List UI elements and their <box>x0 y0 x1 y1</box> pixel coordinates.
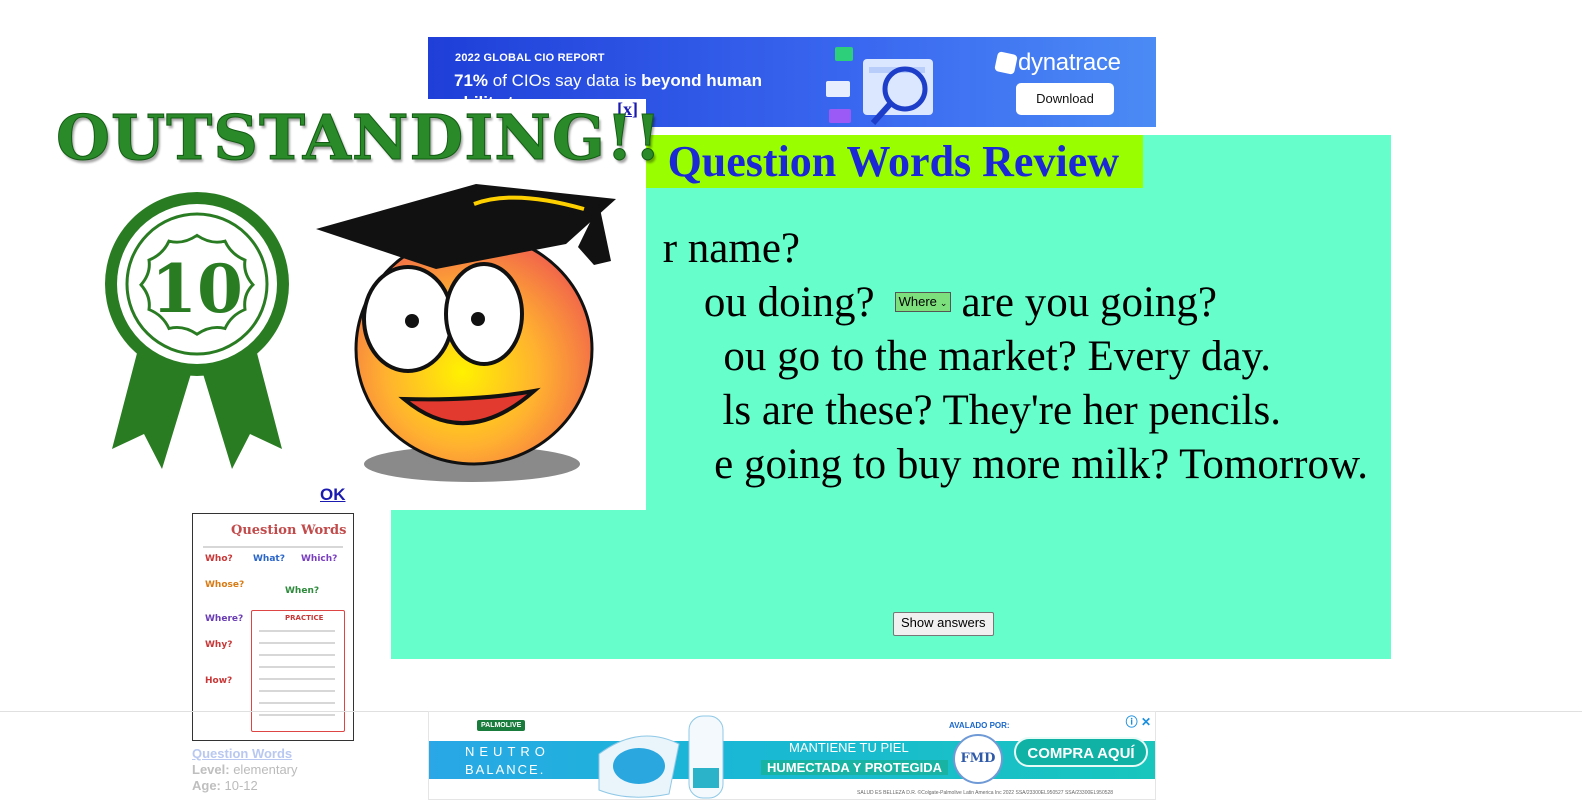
wh-how: How? <box>205 676 233 686</box>
ad-legal-text: SALUD ES BELLEZA D.R. ©Colgate-Palmolive… <box>857 790 1114 796</box>
worksheet-thumbnail[interactable]: Question Words Who? What? Which? Whose? … <box>192 513 354 741</box>
practice-line <box>259 642 335 644</box>
chevron-down-icon: ⌄ <box>939 298 948 309</box>
practice-line <box>259 690 335 692</box>
wh-who: Who? <box>205 554 233 564</box>
dynatrace-logo: dynatrace <box>994 49 1121 77</box>
palmolive-logo: PALMOLIVE <box>477 720 526 731</box>
wh-why: Why? <box>205 640 233 650</box>
show-answers-button[interactable]: Show answers <box>893 612 994 636</box>
thumbnail-divider <box>203 546 343 548</box>
wh-whose: Whose? <box>205 580 245 590</box>
ad-line-1: NEUTRO <box>465 744 550 759</box>
product-bottles-icon <box>598 715 724 799</box>
ad-buy-button[interactable]: COMPRA AQUÍ <box>1014 737 1148 767</box>
worksheet-level: Level: elementary <box>192 762 298 777</box>
magnifier-report-icon <box>826 47 933 125</box>
practice-line <box>259 678 335 680</box>
ad-tag-1: MANTIENE TU PIEL <box>789 740 909 755</box>
score-popup: [x] OUTSTANDING!! 10 OK <box>0 99 662 510</box>
practice-line <box>259 702 335 704</box>
adchoices-close-icon[interactable]: ⓘ ✕ <box>1126 713 1151 730</box>
practice-line <box>259 714 335 716</box>
outstanding-banner: OUTSTANDING!! <box>55 101 663 175</box>
wh-what: What? <box>253 554 285 564</box>
ok-link[interactable]: OK <box>320 485 346 505</box>
score-text: 10 <box>151 250 243 328</box>
wh-when: When? <box>285 586 320 596</box>
wh-where: Where? <box>205 614 244 624</box>
bottom-ad-banner[interactable]: PALMOLIVE NEUTRO BALANCE. MANTIENE TU PI… <box>428 711 1156 800</box>
ad-kicker: 2022 GLOBAL CIO REPORT <box>455 52 605 64</box>
practice-line <box>259 666 335 668</box>
ad-tag-2: HUMECTADA Y PROTEGIDA <box>761 760 949 775</box>
wh-which: Which? <box>301 554 338 564</box>
practice-label: PRACTICE <box>285 614 324 622</box>
practice-line <box>259 630 335 632</box>
fmd-seal-icon: FMD <box>953 734 1003 784</box>
worksheet-meta: Question Words Level: elementary Age: 10… <box>192 746 298 794</box>
worksheet-age: Age: 10-12 <box>192 778 258 793</box>
worksheet-link[interactable]: Question Words <box>192 746 298 762</box>
ad-headline: 71% of CIOs say data is beyond human <box>454 71 762 90</box>
graduate-smiley-icon <box>316 184 616 482</box>
ad-line-2: BALANCE. <box>465 762 546 777</box>
practice-line <box>259 654 335 656</box>
ad-download-button[interactable]: Download <box>1016 83 1114 115</box>
ribbon-award-icon: 10 <box>105 192 289 469</box>
answer-select[interactable]: Where ⌄ <box>894 292 952 313</box>
ad-endorsed-label: AVALADO POR: <box>949 721 1010 730</box>
thumbnail-title: Question Words <box>231 523 347 538</box>
